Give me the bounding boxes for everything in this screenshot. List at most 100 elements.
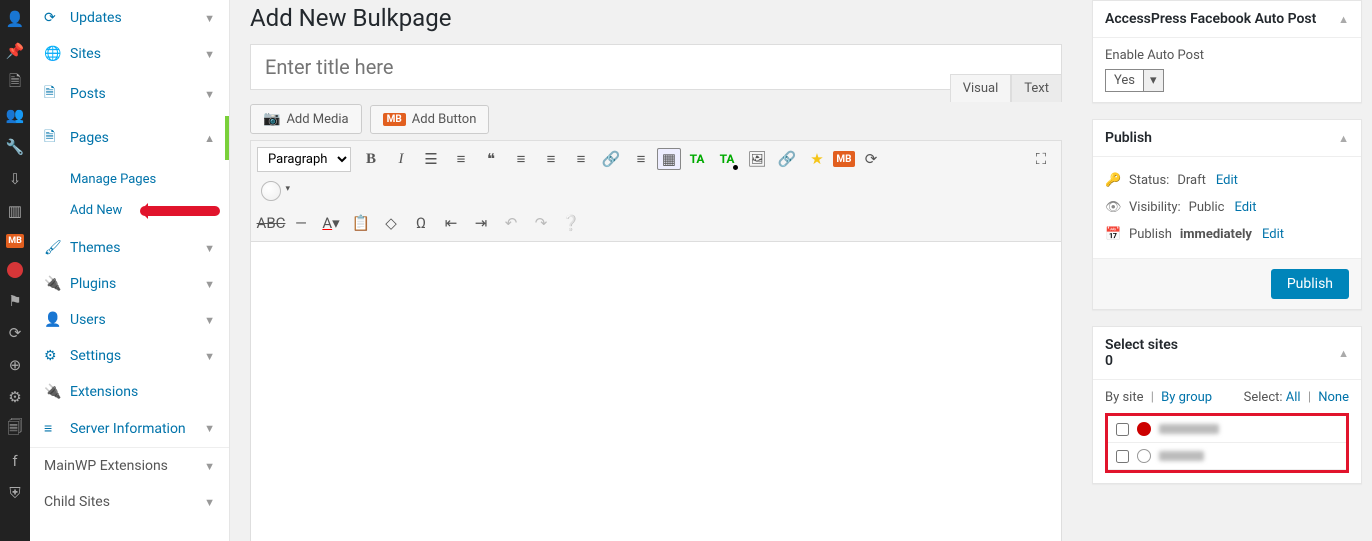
text-color-button[interactable]: A▾ — [317, 209, 345, 237]
sidebar-item-server-info[interactable]: ≡ Server Information ▼ — [30, 410, 229, 447]
button-label: Add Button — [412, 112, 477, 127]
editor-body[interactable] — [251, 242, 1061, 541]
publish-button[interactable]: Publish — [1271, 269, 1349, 299]
link-button[interactable]: 🔗 — [597, 145, 625, 173]
site-checkbox[interactable] — [1116, 450, 1129, 463]
sidebar-item-settings[interactable]: ⚙ Settings ▼ — [30, 338, 229, 374]
ta-settings-button[interactable]: TA — [713, 145, 741, 173]
sites-list — [1105, 413, 1349, 473]
insert-link-button[interactable]: 🔗 — [773, 145, 801, 173]
sidebar-item-child-sites[interactable]: Child Sites ▼ — [30, 484, 229, 520]
shield-icon[interactable]: ⛨ — [6, 484, 24, 502]
outdent-button[interactable]: ⇤ — [437, 209, 465, 237]
edit-schedule-link[interactable]: Edit — [1262, 227, 1284, 242]
site-row[interactable] — [1108, 443, 1346, 470]
sidebar-item-label: Extensions — [70, 384, 138, 400]
strikethrough-button[interactable]: ABC — [257, 209, 285, 237]
emoji-button[interactable] — [261, 181, 281, 201]
submenu-manage-pages[interactable]: Manage Pages — [30, 164, 229, 195]
flag-icon[interactable]: ⚑ — [6, 292, 24, 310]
add-button-button[interactable]: MB Add Button — [370, 105, 490, 134]
clear-format-button[interactable]: ◇ — [377, 209, 405, 237]
layers-icon[interactable]: 🗐 — [6, 420, 24, 438]
autopost-select[interactable]: Yes ▾ — [1105, 69, 1164, 92]
sidebar-item-mainwp-ext[interactable]: MainWP Extensions ▼ — [30, 448, 229, 484]
select-value: Yes — [1106, 70, 1144, 91]
select-all-link[interactable]: All — [1286, 390, 1301, 405]
sidebar-item-themes[interactable]: 🖌 Themes ▼ — [30, 230, 229, 266]
page-icon[interactable]: 🗎 — [6, 74, 24, 92]
more-button[interactable]: ≡ — [627, 145, 655, 173]
person-icon[interactable]: 👥 — [6, 106, 24, 124]
submenu-add-new[interactable]: Add New — [30, 195, 229, 226]
chevron-down-icon: ▼ — [204, 350, 215, 363]
visibility-label: Visibility: — [1129, 200, 1181, 215]
gear-icon[interactable]: ⚙ — [6, 388, 24, 406]
sidebar-item-posts[interactable]: 🗎 Posts ▼ — [30, 72, 229, 116]
edit-status-link[interactable]: Edit — [1216, 173, 1238, 188]
sidebar-item-label: Posts — [70, 86, 106, 102]
add-media-button[interactable]: 📷 Add Media — [250, 104, 362, 134]
publish-value: immediately — [1180, 227, 1252, 242]
site-row[interactable] — [1108, 416, 1346, 443]
paste-button[interactable]: 📋 — [347, 209, 375, 237]
visibility-row: 👁 Visibility: Public Edit — [1105, 194, 1349, 221]
publish-label: Publish — [1129, 227, 1172, 242]
edit-visibility-link[interactable]: Edit — [1234, 200, 1256, 215]
pin-icon[interactable]: 📌 — [6, 42, 24, 60]
sidebar-item-pages[interactable]: 🗎 Pages ▲ — [30, 116, 229, 160]
cycle-icon[interactable]: ⟳ — [6, 324, 24, 342]
refresh-button[interactable]: ⟳ — [857, 145, 885, 173]
ta-button[interactable]: TA — [683, 145, 711, 173]
post-title-input[interactable] — [250, 44, 1062, 90]
special-char-button[interactable]: Ω — [407, 209, 435, 237]
site-checkbox[interactable] — [1116, 423, 1129, 436]
panel-header[interactable]: AccessPress Facebook Auto Post ▲ — [1093, 1, 1361, 38]
sidebar-item-label: Updates — [70, 10, 122, 26]
tab-text[interactable]: Text — [1011, 74, 1062, 102]
number-list-button[interactable]: ≡ — [447, 145, 475, 173]
indent-button[interactable]: ⇥ — [467, 209, 495, 237]
format-select[interactable]: Paragraph — [257, 147, 351, 172]
chevron-down-icon: ▼ — [204, 496, 215, 509]
image-button[interactable]: 🖼 — [743, 145, 771, 173]
by-group-tab[interactable]: By group — [1161, 390, 1212, 405]
undo-button[interactable]: ↶ — [497, 209, 525, 237]
user-icon[interactable]: 👤 — [6, 10, 24, 28]
fullscreen-button[interactable]: ⛶ — [1027, 145, 1055, 173]
align-right-button[interactable]: ≡ — [567, 145, 595, 173]
download-icon[interactable]: ⇩ — [6, 170, 24, 188]
site-name — [1159, 424, 1219, 434]
site-status-icon — [1137, 422, 1151, 436]
redo-button[interactable]: ↷ — [527, 209, 555, 237]
book-icon[interactable]: ▥ — [6, 202, 24, 220]
help-button[interactable]: ❔ — [557, 209, 585, 237]
facebook-icon[interactable]: f — [6, 452, 24, 470]
italic-button[interactable]: I — [387, 145, 415, 173]
select-none-link[interactable]: None — [1318, 390, 1349, 405]
main-content: Add New Bulkpage 📷 Add Media MB Add Butt… — [230, 0, 1082, 541]
bold-button[interactable]: B — [357, 145, 385, 173]
bullet-list-button[interactable]: ☰ — [417, 145, 445, 173]
tab-visual[interactable]: Visual — [950, 74, 1012, 102]
mb-button[interactable]: MB — [833, 151, 855, 167]
globe-icon[interactable]: ⊕ — [6, 356, 24, 374]
toolbar-toggle-button[interactable]: ▦ — [657, 148, 681, 170]
align-center-button[interactable]: ≡ — [537, 145, 565, 173]
align-left-button[interactable]: ≡ — [507, 145, 535, 173]
brush-icon: 🖌 — [44, 240, 62, 256]
sidebar-item-users[interactable]: 👤 Users ▼ — [30, 302, 229, 338]
red-dot-icon[interactable] — [7, 262, 23, 278]
sidebar-item-plugins[interactable]: 🔌 Plugins ▼ — [30, 266, 229, 302]
blockquote-button[interactable]: ❝ — [477, 145, 505, 173]
sidebar-item-sites[interactable]: 🌐 Sites ▼ — [30, 36, 229, 72]
hr-button[interactable]: — — [287, 209, 315, 237]
star-button[interactable]: ★ — [803, 145, 831, 173]
wrench-icon[interactable]: 🔧 — [6, 138, 24, 156]
sidebar-item-updates[interactable]: ⟳ Updates ▼ — [30, 0, 229, 36]
by-site-tab[interactable]: By site — [1105, 390, 1144, 405]
mb-icon[interactable]: MB — [6, 234, 24, 248]
sidebar-item-extensions[interactable]: 🔌 Extensions — [30, 374, 229, 410]
panel-header[interactable]: Select sites 0 ▲ — [1093, 327, 1361, 380]
panel-header[interactable]: Publish ▲ — [1093, 120, 1361, 157]
